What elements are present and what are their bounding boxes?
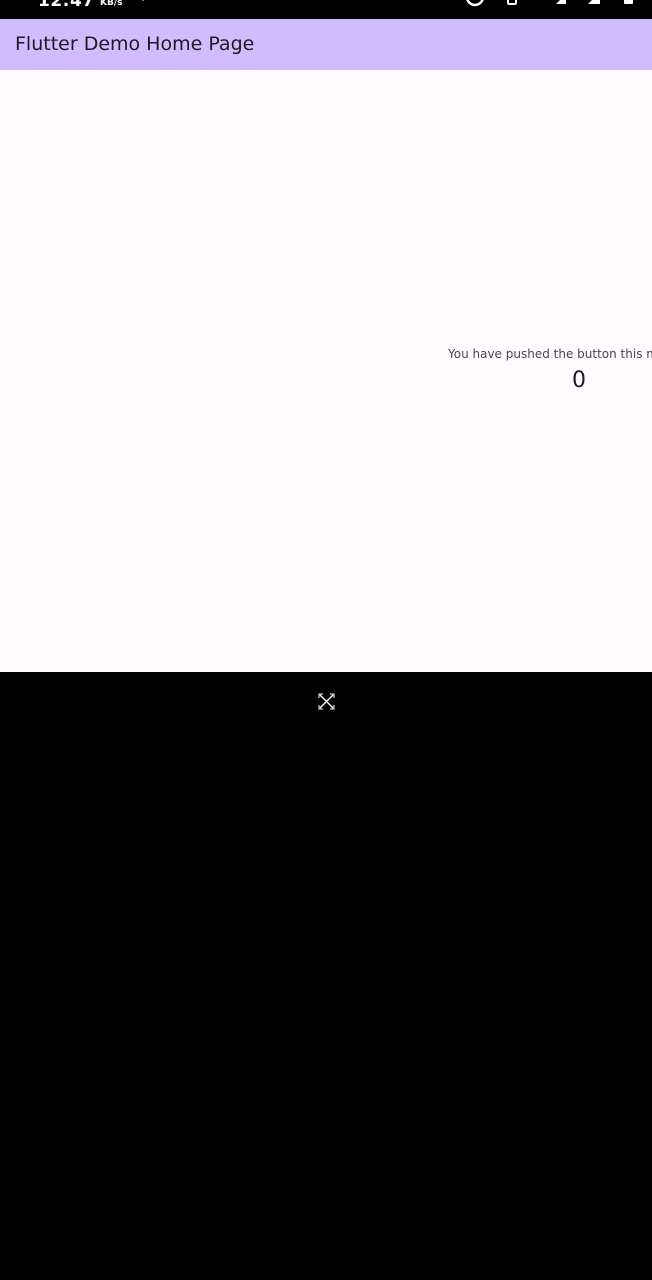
vibrate-icon — [507, 0, 517, 5]
app-bar: Flutter Demo Home Page — [0, 19, 652, 70]
alarm-icon — [466, 0, 484, 7]
status-bar: 12:47 KB/s — [0, 0, 652, 19]
counter-value: 0 — [572, 368, 586, 393]
app-window: Flutter Demo Home Page You have pushed t… — [0, 19, 652, 672]
phone-screen: 12:47 KB/s Flutter Demo Home Page You ha… — [0, 0, 652, 1280]
status-time: 12:47 — [38, 0, 95, 11]
data-arrows-icon — [142, 0, 144, 1]
page-title: Flutter Demo Home Page — [15, 33, 255, 55]
signal-icon — [588, 0, 600, 4]
counter-message: You have pushed the button this many tim… — [448, 347, 652, 361]
status-icons — [466, 0, 633, 7]
close-icon[interactable] — [317, 692, 336, 711]
battery-icon — [624, 0, 633, 4]
status-speed-unit: KB/s — [100, 0, 123, 8]
wifi-icon — [556, 0, 566, 4]
bottom-overlay — [0, 672, 652, 1280]
